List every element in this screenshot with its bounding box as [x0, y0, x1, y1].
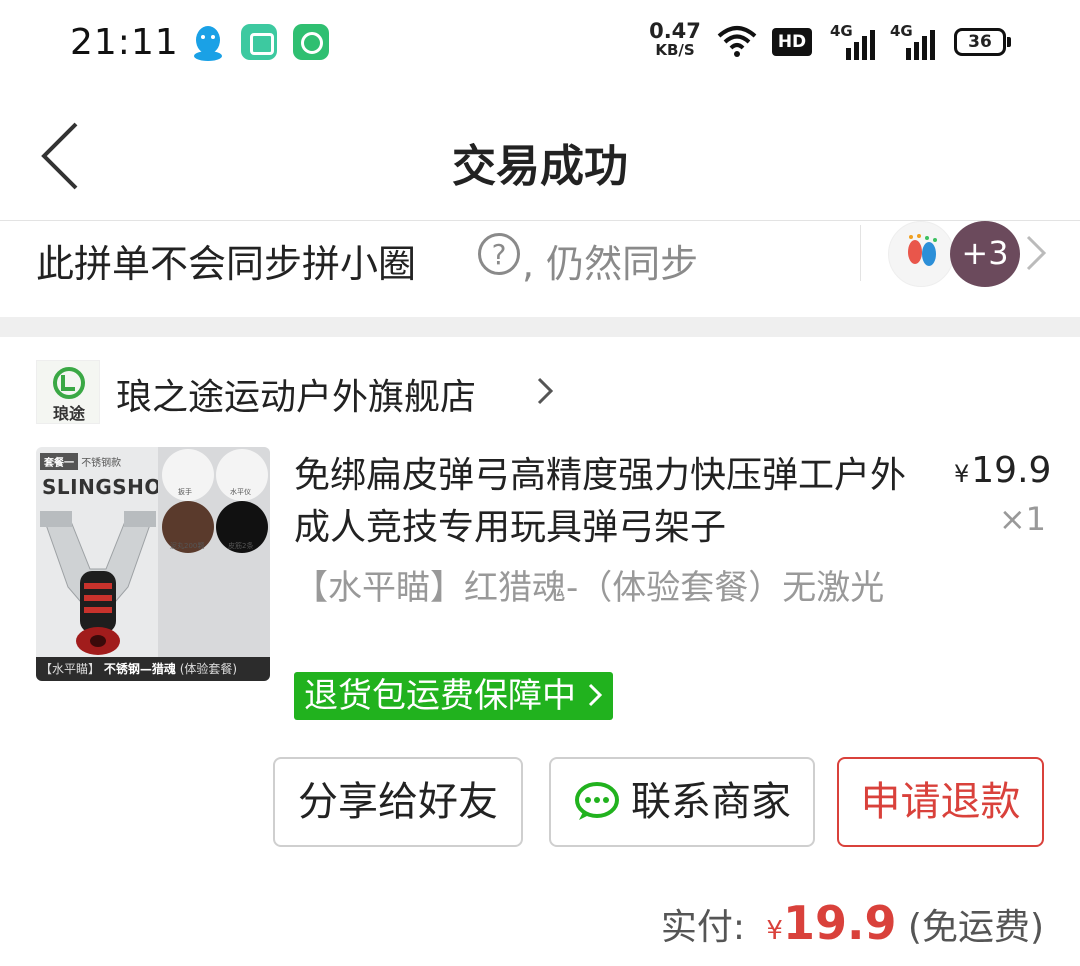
shipping-note: (免运费) — [907, 907, 1044, 948]
avatar[interactable] — [888, 221, 954, 287]
clock-app-icon — [293, 24, 329, 60]
image-brand: SLINGSHOT — [42, 475, 177, 499]
chevron-right-icon — [588, 683, 602, 707]
chevron-right-icon — [537, 377, 554, 405]
store-logo: 琅途 — [36, 360, 100, 424]
store-header[interactable]: 琅途 琅之途运动户外旗舰店 — [0, 360, 1080, 426]
avatar-more[interactable]: +3 — [950, 221, 1020, 287]
help-icon[interactable]: ? — [478, 233, 520, 275]
qq-icon — [190, 24, 226, 61]
store-name: 琅之途运动户外旗舰店 — [116, 377, 477, 418]
product-title[interactable]: 免绑扁皮弹弓高精度强力快压弹工户外成人竞技专用玩具弹弓架子 — [294, 450, 914, 554]
status-bar: 21:11 0.47 KB/S HD 4G 4G 36 — [0, 0, 1080, 86]
share-button[interactable]: 分享给好友 — [273, 757, 523, 847]
signal-icon: 4G — [830, 22, 876, 62]
page-title: 交易成功 — [452, 141, 628, 192]
section-separator — [0, 317, 1080, 337]
slingshot-graphic — [40, 511, 156, 655]
hd-icon: HD — [772, 28, 812, 56]
refund-button[interactable]: 申请退款 — [837, 757, 1044, 847]
chevron-right-icon[interactable] — [1024, 233, 1048, 273]
product-price: ¥19.9 — [954, 450, 1052, 491]
sync-notice-text: 此拼单不会同步拼小圈 — [36, 242, 417, 286]
currency-symbol: ¥ — [954, 460, 970, 488]
product-quantity: ×1 — [998, 500, 1046, 538]
currency-symbol: ¥ — [766, 916, 783, 946]
wifi-icon — [716, 24, 758, 62]
image-caption: 【水平瞄】 不锈钢—猎魂 (体验套餐) — [36, 657, 270, 681]
store-logo-text: 琅途 — [53, 404, 86, 423]
battery-icon: 36 — [954, 28, 1011, 56]
return-shipping-badge[interactable]: 退货包运费保障中 — [294, 672, 613, 720]
product-spec: 【水平瞄】红猎魂-（体验套餐）无激光 — [294, 568, 885, 608]
sync-bar: 此拼单不会同步拼小圈 ? , 仍然同步 +3 — [0, 221, 1080, 317]
signal-icon: 4G — [890, 22, 936, 62]
divider — [860, 225, 861, 281]
message-icon — [241, 24, 277, 60]
status-time: 21:11 — [70, 22, 179, 63]
total-amount: 19.9 — [782, 896, 897, 950]
total-paid: 实付: ¥19.9 (免运费) — [661, 896, 1044, 950]
sync-anyway-link[interactable]: , 仍然同步 — [522, 233, 698, 288]
image-accessory-grid: 扳手 水平仪 泥丸200颗 皮筋2条 — [158, 447, 270, 659]
chat-icon — [575, 782, 619, 820]
top-nav: 交易成功 — [0, 100, 1080, 220]
image-tag: 套餐一 不锈钢款 — [40, 453, 121, 470]
total-label: 实付: — [660, 907, 745, 948]
contact-seller-button[interactable]: 联系商家 — [549, 757, 815, 847]
network-speed: 0.47 KB/S — [649, 19, 701, 60]
product-image[interactable]: 套餐一 不锈钢款 SLINGSHOT 扳手 水平仪 泥丸200颗 皮筋2条 【水… — [36, 447, 270, 681]
